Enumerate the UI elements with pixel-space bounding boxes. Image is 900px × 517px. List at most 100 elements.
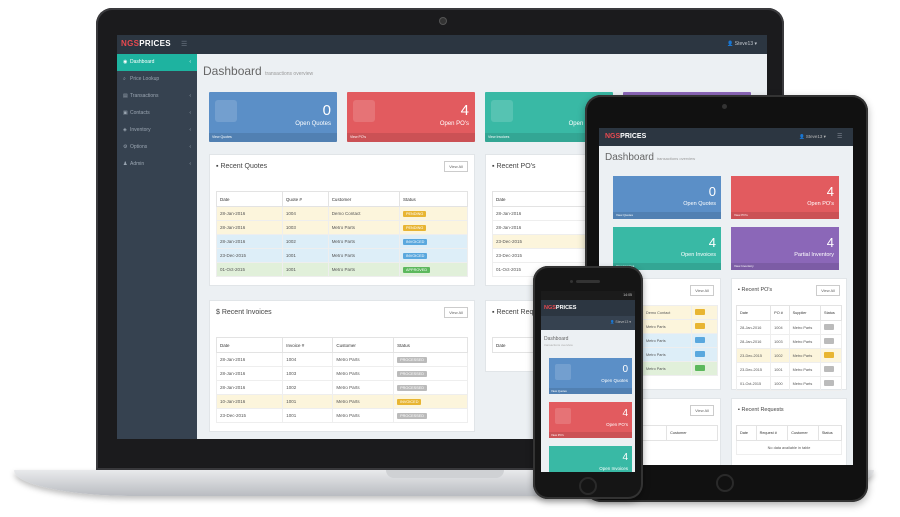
table-row[interactable]: 28-Jan-2016 1002 Metro Parts PROCESSED: [215, 380, 468, 395]
tablet-camera: [722, 104, 727, 109]
table-cell: 01-Oct-2015: [735, 376, 772, 391]
view-all-quotes-button[interactable]: View All: [690, 285, 714, 296]
stat-open-quotes[interactable]: 0 Open Quotes View Quotes: [209, 92, 337, 142]
sidebar-item-admin[interactable]: ♟ Admin ‹: [117, 156, 197, 173]
phone-home-button[interactable]: [579, 477, 597, 495]
stat-number: 0: [622, 364, 628, 375]
view-all-invoices-button[interactable]: View All: [690, 405, 714, 416]
sidebar-item-label: Inventory: [130, 127, 151, 133]
table-cell: Metro Parts: [788, 376, 822, 391]
column-header[interactable]: Invoice #: [282, 337, 334, 353]
column-header[interactable]: Date: [735, 305, 772, 321]
column-header[interactable]: Status: [398, 191, 469, 207]
recent-quotes-panel: ▪ Recent Quotes View All Date Quote # Cu…: [209, 154, 475, 286]
column-header[interactable]: PO #: [770, 305, 790, 321]
table-cell: Metro Parts: [332, 394, 395, 409]
stat-footer-link[interactable]: View PO's: [731, 212, 839, 219]
tablet-stat-open-quotes[interactable]: 0 Open Quotes View Quotes: [613, 176, 721, 219]
cell-text: 1001: [286, 413, 297, 418]
stat-number: 4: [826, 235, 834, 250]
table-row[interactable]: 28-Jan-2016 1002 Metro Parts INVOICED: [216, 234, 469, 249]
phone-user-menu[interactable]: 👤 Steve13 ▾: [610, 320, 631, 324]
stat-footer-link[interactable]: View PO's: [549, 432, 632, 438]
tablet-home-button[interactable]: [716, 474, 734, 492]
table-cell: INVOICED: [398, 248, 469, 263]
tablet-stat-partial-inventory[interactable]: 4 Partial Inventory View Inventory: [731, 227, 839, 270]
view-all-quotes-button[interactable]: View All: [444, 161, 468, 172]
stat-number: 4: [622, 408, 628, 419]
table-cell: PROCESSED: [393, 380, 468, 395]
cell-text: Metro Parts: [336, 385, 360, 390]
table-row[interactable]: 28-Jan-2016 1004 Metro Parts PROCESSED: [215, 352, 468, 367]
sidebar-item-contacts[interactable]: ▣ Contacts ‹: [117, 105, 197, 122]
stat-footer-link[interactable]: View Quotes: [613, 212, 721, 219]
table-row[interactable]: 28-Jan-2016 1003 Metro Parts PENDING: [216, 220, 469, 235]
stat-number: 0: [322, 102, 331, 119]
table-row[interactable]: 28-Jan-2016 1003 Metro Parts: [735, 334, 842, 349]
cell-text: 28-Jan-2016: [496, 225, 522, 230]
table-row[interactable]: 23-Dec-2015 1001 Metro Parts INVOICED: [216, 248, 469, 263]
admin-icon: ♟: [123, 161, 128, 167]
sidebar-item-transactions[interactable]: ▤ Transactions ‹: [117, 88, 197, 105]
table-row[interactable]: 23-Dec-2015 1001 Metro Parts PROCESSED: [215, 408, 468, 423]
stat-footer-link[interactable]: View PO's: [347, 133, 475, 142]
user-menu[interactable]: 👤 Steve13 ▾: [727, 41, 757, 47]
column-header[interactable]: Customer: [332, 337, 395, 353]
tablet-brand-logo[interactable]: NGSPRICES: [605, 133, 646, 140]
view-all-pos-button[interactable]: View All: [816, 285, 840, 296]
column-header[interactable]: Status: [393, 337, 468, 353]
table-row[interactable]: 28-Jan-2016 1003 Metro Parts PROCESSED: [215, 366, 468, 381]
tablet-stat-open-invoices[interactable]: 4 Open Invoices View Invoices: [613, 227, 721, 270]
tablet-stat-open-pos[interactable]: 4 Open PO's View PO's: [731, 176, 839, 219]
brand-logo[interactable]: NGSPRICES: [121, 39, 171, 48]
cell-text: 28-Jan-2016: [220, 225, 246, 230]
table-row[interactable]: 01-Oct-2015 1001 Metro Parts APPROVED: [216, 262, 469, 277]
sidebar-item-options[interactable]: ⚙ Options ‹: [117, 139, 197, 156]
tablet-user-menu[interactable]: 👤 Steve13 ▾: [799, 134, 826, 140]
phone-stat-open-quotes[interactable]: 0 Open Quotes View Quotes: [549, 358, 632, 394]
table-cell: Metro Parts: [332, 380, 395, 395]
column-header[interactable]: Customer: [666, 425, 718, 441]
table-row[interactable]: 23-Dec-2015 1002 Metro Parts: [735, 348, 842, 363]
column-header[interactable]: Date: [215, 337, 284, 353]
empty-row: No data available in table: [736, 440, 842, 455]
phone-screen: 14:05 NGSPRICES 👤 Steve13 ▾ Dashboard tr…: [541, 291, 635, 472]
table-cell: 1000: [770, 376, 790, 391]
user-name: Steve13 ▾: [734, 41, 757, 47]
tablet-menu-toggle-icon[interactable]: ☰: [837, 133, 842, 140]
column-header[interactable]: Supplier: [788, 305, 822, 321]
phone-brand-logo[interactable]: NGSPRICES: [544, 305, 576, 311]
sidebar-item-inventory[interactable]: ◈ Inventory ‹: [117, 122, 197, 139]
inventory-icon: ◈: [123, 127, 127, 133]
table-row[interactable]: 10-Jan-2016 1001 Metro Parts INVOICED: [215, 394, 468, 409]
view-all-invoices-button[interactable]: View All: [444, 307, 468, 318]
sidebar-item-dashboard[interactable]: ◉ Dashboard ‹: [117, 54, 197, 71]
column-header[interactable]: Status: [820, 305, 842, 321]
phone-navbar: NGSPRICES: [541, 300, 635, 316]
table-row[interactable]: 23-Dec-2015 1001 Metro Parts: [735, 362, 842, 377]
menu-toggle-icon[interactable]: ☰: [181, 40, 187, 48]
status-badge: [694, 337, 705, 343]
column-header[interactable]: Customer: [787, 425, 819, 441]
panel-heading: ▪ Recent Quotes: [216, 163, 267, 170]
sidebar-item-price-lookup[interactable]: ⌕ Price Lookup: [117, 71, 197, 88]
column-header[interactable]: Date: [216, 191, 283, 207]
stat-open-pos[interactable]: 4 Open PO's View PO's: [347, 92, 475, 142]
stat-footer-link[interactable]: View Quotes: [549, 388, 632, 394]
stat-footer-link[interactable]: View Quotes: [209, 133, 337, 142]
phone-stat-open-pos[interactable]: 4 Open PO's View PO's: [549, 402, 632, 438]
logo-part-b: PRICES: [139, 39, 171, 48]
column-header[interactable]: Customer: [327, 191, 400, 207]
phone-stat-open-invoices[interactable]: 4 Open Invoices: [549, 446, 632, 472]
table-row[interactable]: 28-Jan-2016 1004 Metro Parts: [735, 320, 842, 335]
column-header[interactable]: Status: [817, 425, 843, 441]
chevron-icon: ‹: [189, 144, 191, 150]
stat-footer-link[interactable]: View Inventory: [731, 263, 839, 270]
table-cell: 28-Jan-2016: [735, 320, 772, 335]
column-header[interactable]: Quote #: [281, 191, 329, 207]
column-header[interactable]: Request #: [755, 425, 789, 441]
table-row[interactable]: 28-Jan-2016 1004 Demo Contact PENDING: [216, 206, 469, 221]
column-header[interactable]: Date: [736, 425, 757, 441]
stat-label: Partial Inventory: [794, 252, 834, 258]
table-row[interactable]: 01-Oct-2015 1000 Metro Parts: [735, 376, 842, 391]
